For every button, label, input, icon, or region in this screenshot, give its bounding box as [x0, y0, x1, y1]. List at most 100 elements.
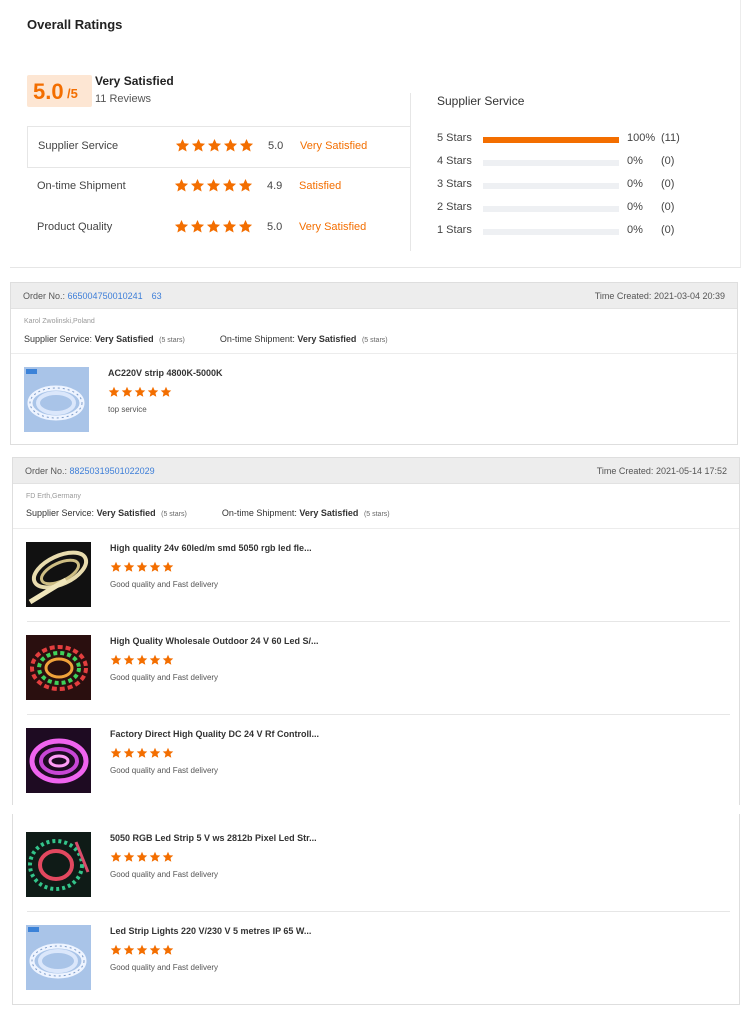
rating-row-label: Supplier Service — [38, 140, 119, 152]
product-thumbnail[interactable] — [26, 832, 91, 897]
shipment-stars: (5 stars) — [361, 337, 388, 344]
buyer-name: Karol Zwolinski,Poland — [24, 318, 95, 325]
item-separator — [27, 621, 730, 622]
star-icon — [136, 747, 148, 759]
product-thumbnail[interactable] — [26, 542, 91, 607]
star-icon — [190, 178, 205, 193]
rating-row-on-time-shipment[interactable]: On-time Shipment 4.9 Satisfied — [27, 167, 411, 209]
star-icon — [136, 561, 148, 573]
supplier-service-stars: (5 stars) — [161, 511, 187, 518]
product-title[interactable]: High Quality Wholesale Outdoor 24 V 60 L… — [110, 636, 319, 646]
shipment-label: On-time Shipment: — [219, 334, 295, 344]
star-icon — [191, 138, 206, 153]
distribution-percent: 100% — [627, 132, 656, 144]
review-comment: Good quality and Fast delivery — [110, 870, 219, 879]
rating-satisfaction: Very Satisfied — [299, 221, 367, 233]
product-title[interactable]: Led Strip Lights 220 V/230 V 5 metres IP… — [110, 926, 311, 936]
product-title[interactable]: AC220V strip 4800K-5000K — [108, 368, 223, 378]
rating-row-label: On-time Shipment — [37, 180, 126, 192]
distribution-label: 3 Stars — [437, 178, 472, 190]
star-icon — [110, 944, 122, 956]
star-icon — [136, 851, 148, 863]
product-rating-stars — [110, 561, 174, 573]
supplier-service-value: Very Satisfied — [94, 334, 154, 344]
order-number-link[interactable]: 665004750010241 63 — [68, 291, 162, 301]
product-rating-stars — [110, 851, 174, 863]
star-icon — [121, 386, 133, 398]
distribution-percent: 0% — [627, 201, 643, 213]
distribution-title: Supplier Service — [437, 94, 525, 108]
product-thumbnail[interactable] — [26, 635, 91, 700]
review-comment: Good quality and Fast delivery — [110, 673, 219, 682]
distribution-row-5-stars: 5 Stars 100% (11) — [437, 132, 727, 146]
order-number-label: Order No.: — [25, 466, 68, 476]
rating-value: 5.0 — [267, 221, 283, 233]
distribution-count: (0) — [661, 224, 675, 236]
star-icon — [238, 178, 253, 193]
distribution-bar-track — [483, 206, 619, 212]
distribution-percent: 0% — [627, 178, 643, 190]
distribution-label: 5 Stars — [437, 132, 472, 144]
overall-ratings-title: Overall Ratings — [27, 17, 123, 32]
star-icon — [238, 219, 253, 234]
order-time: Time Created: 2021-03-04 20:39 — [595, 291, 725, 301]
product-rating-stars — [110, 654, 174, 666]
review-count: 11 Reviews — [95, 93, 152, 105]
distribution-row-1-stars: 1 Stars 0% (0) — [437, 224, 727, 238]
review-order-card: Order No.: 88250319501022029 Time Create… — [12, 457, 740, 1005]
order-header: Order No.: 665004750010241 63 Time Creat… — [11, 283, 737, 309]
star-icon — [162, 561, 174, 573]
supplier-service-stars: (5 stars) — [159, 337, 185, 344]
star-icon — [190, 219, 205, 234]
star-icon — [162, 851, 174, 863]
product-rating-stars — [110, 747, 174, 759]
order-time-label: Time Created: — [596, 466, 654, 476]
star-icon — [110, 747, 122, 759]
distribution-count: (0) — [661, 155, 675, 167]
rating-value: 5.0 — [268, 140, 284, 152]
rating-row-supplier-service[interactable]: Supplier Service 5.0 Very Satisfied — [27, 126, 411, 168]
overall-satisfaction: Very Satisfied — [95, 74, 174, 88]
order-time-value: 2021-03-04 20:39 — [653, 291, 725, 301]
rating-stars — [175, 138, 254, 153]
order-number-link[interactable]: 88250319501022029 — [70, 466, 155, 476]
buyer-name: FD Erth,Germany — [26, 493, 81, 500]
overall-score-badge: 5.0 /5 — [27, 75, 92, 107]
rating-row-product-quality[interactable]: Product Quality 5.0 Very Satisfied — [27, 208, 411, 250]
distribution-bar-track — [483, 229, 619, 235]
order-separator — [11, 353, 737, 354]
star-icon — [175, 138, 190, 153]
star-icon — [149, 851, 161, 863]
product-title[interactable]: High quality 24v 60led/m smd 5050 rgb le… — [110, 543, 312, 553]
star-icon — [206, 178, 221, 193]
distribution-percent: 0% — [627, 155, 643, 167]
supplier-service-label: Supplier Service: — [24, 334, 93, 344]
distribution-bar-fill — [483, 137, 619, 143]
product-rating-stars — [110, 944, 174, 956]
star-icon — [162, 747, 174, 759]
rating-stars — [174, 219, 253, 234]
rating-satisfaction: Very Satisfied — [300, 140, 368, 152]
overall-ratings-panel: Overall Ratings 5.0 /5 Very Satisfied 11… — [10, 0, 741, 268]
distribution-row-4-stars: 4 Stars 0% (0) — [437, 155, 727, 169]
star-icon — [123, 747, 135, 759]
star-icon — [174, 178, 189, 193]
star-icon — [123, 851, 135, 863]
product-thumbnail[interactable] — [26, 925, 91, 990]
star-icon — [110, 654, 122, 666]
distribution-count: (0) — [661, 201, 675, 213]
distribution-row-3-stars: 3 Stars 0% (0) — [437, 178, 727, 192]
shipment-value: Very Satisfied — [297, 334, 357, 344]
order-time-label: Time Created: — [594, 291, 652, 301]
review-comment: Good quality and Fast delivery — [110, 580, 219, 589]
product-title[interactable]: Factory Direct High Quality DC 24 V Rf C… — [110, 729, 319, 739]
order-header: Order No.: 88250319501022029 Time Create… — [13, 458, 739, 484]
product-thumbnail[interactable] — [26, 728, 91, 793]
product-title[interactable]: 5050 RGB Led Strip 5 V ws 2812b Pixel Le… — [110, 833, 317, 843]
order-ratings-summary: Supplier Service: Very Satisfied (5 star… — [24, 334, 388, 344]
rating-stars — [174, 178, 253, 193]
star-icon — [174, 219, 189, 234]
product-thumbnail[interactable] — [24, 367, 89, 432]
review-order-card: Order No.: 665004750010241 63 Time Creat… — [10, 282, 738, 445]
star-icon — [136, 944, 148, 956]
